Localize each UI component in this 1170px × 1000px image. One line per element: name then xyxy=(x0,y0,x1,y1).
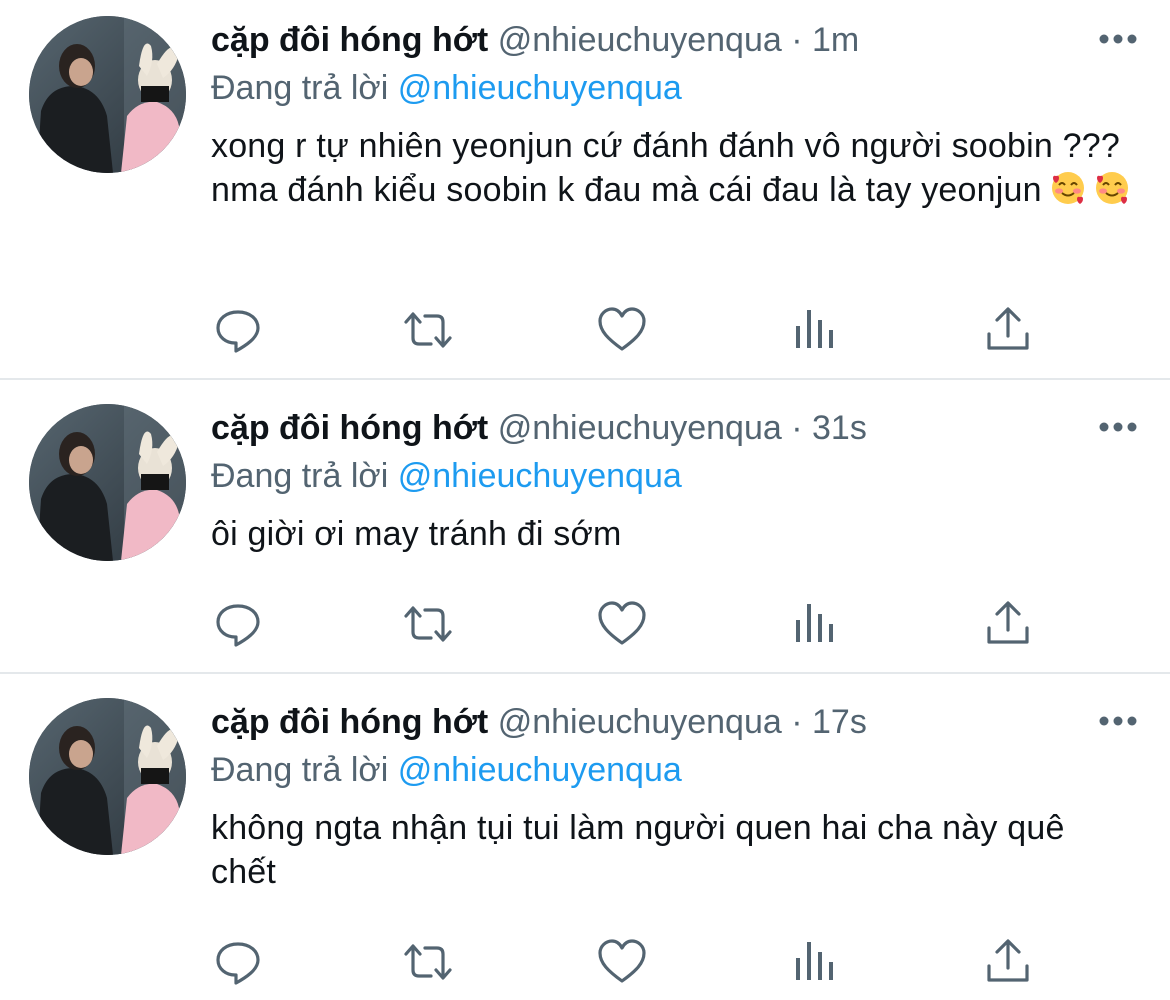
tweet[interactable]: cặp đôi hóng hớt @nhieuchuyenqua · 1m Đa… xyxy=(0,0,1170,378)
avatar[interactable] xyxy=(29,698,186,855)
display-name[interactable]: cặp đôi hóng hớt xyxy=(211,409,488,447)
user-handle[interactable]: @nhieuchuyenqua xyxy=(498,703,782,741)
reply-icon[interactable] xyxy=(212,304,264,356)
retweet-icon[interactable] xyxy=(402,598,454,650)
share-icon[interactable] xyxy=(982,936,1034,988)
tweet-text-content: ôi giời ơi may tránh đi sớm xyxy=(211,515,622,553)
like-icon[interactable] xyxy=(596,304,648,356)
user-handle[interactable]: @nhieuchuyenqua xyxy=(498,409,782,447)
tweet-actions xyxy=(210,304,1090,356)
tweet-header: cặp đôi hóng hớt @nhieuchuyenqua · 17s xyxy=(211,700,1080,744)
reply-icon[interactable] xyxy=(212,936,264,988)
replying-to-handle[interactable]: @nhieuchuyenqua xyxy=(398,751,682,789)
analytics-icon[interactable] xyxy=(790,304,842,356)
separator-dot: · xyxy=(791,21,803,59)
tweet-text-content: không ngta nhận tụi tui làm người quen h… xyxy=(211,809,1065,891)
tweet-actions xyxy=(210,598,1090,650)
analytics-icon[interactable] xyxy=(790,598,842,650)
tweet[interactable]: cặp đôi hóng hớt @nhieuchuyenqua · 17s Đ… xyxy=(0,682,1170,1000)
reply-icon[interactable] xyxy=(212,598,264,650)
replying-to: Đang trả lời @nhieuchuyenqua xyxy=(211,454,682,498)
more-options-icon[interactable] xyxy=(1096,706,1140,736)
tweet[interactable]: cặp đôi hóng hớt @nhieuchuyenqua · 31s Đ… xyxy=(0,388,1170,672)
retweet-icon[interactable] xyxy=(402,304,454,356)
tweet-text: xong r tự nhiên yeonjun cứ đánh đánh vô … xyxy=(211,124,1131,212)
tweet-actions xyxy=(210,936,1090,988)
display-name[interactable]: cặp đôi hóng hớt xyxy=(211,703,488,741)
display-name[interactable]: cặp đôi hóng hớt xyxy=(211,21,488,59)
like-icon[interactable] xyxy=(596,936,648,988)
like-icon[interactable] xyxy=(596,598,648,650)
user-handle[interactable]: @nhieuchuyenqua xyxy=(498,21,782,59)
tweet-text: không ngta nhận tụi tui làm người quen h… xyxy=(211,806,1111,894)
tweet-text: ôi giời ơi may tránh đi sớm xyxy=(211,512,1131,556)
tweet-text-content: xong r tự nhiên yeonjun cứ đánh đánh vô … xyxy=(211,127,1120,209)
divider xyxy=(0,672,1170,674)
replying-to-label: Đang trả lời xyxy=(211,457,389,495)
replying-to: Đang trả lời @nhieuchuyenqua xyxy=(211,748,682,792)
tweet-header: cặp đôi hóng hớt @nhieuchuyenqua · 1m xyxy=(211,18,1080,62)
separator-dot: · xyxy=(791,409,803,447)
timestamp[interactable]: 1m xyxy=(812,21,859,59)
replying-to-handle[interactable]: @nhieuchuyenqua xyxy=(398,457,682,495)
retweet-icon[interactable] xyxy=(402,936,454,988)
smiling-face-with-hearts-icon xyxy=(1050,170,1086,206)
timestamp[interactable]: 31s xyxy=(812,409,867,447)
share-icon[interactable] xyxy=(982,598,1034,650)
timestamp[interactable]: 17s xyxy=(812,703,867,741)
more-options-icon[interactable] xyxy=(1096,24,1140,54)
analytics-icon[interactable] xyxy=(790,936,842,988)
tweet-header: cặp đôi hóng hớt @nhieuchuyenqua · 31s xyxy=(211,406,1080,450)
replying-to: Đang trả lời @nhieuchuyenqua xyxy=(211,66,682,110)
share-icon[interactable] xyxy=(982,304,1034,356)
divider xyxy=(0,378,1170,380)
smiling-face-with-hearts-icon xyxy=(1094,170,1130,206)
separator-dot: · xyxy=(791,703,803,741)
replying-to-label: Đang trả lời xyxy=(211,69,389,107)
avatar[interactable] xyxy=(29,16,186,173)
replying-to-label: Đang trả lời xyxy=(211,751,389,789)
replying-to-handle[interactable]: @nhieuchuyenqua xyxy=(398,69,682,107)
avatar[interactable] xyxy=(29,404,186,561)
more-options-icon[interactable] xyxy=(1096,412,1140,442)
